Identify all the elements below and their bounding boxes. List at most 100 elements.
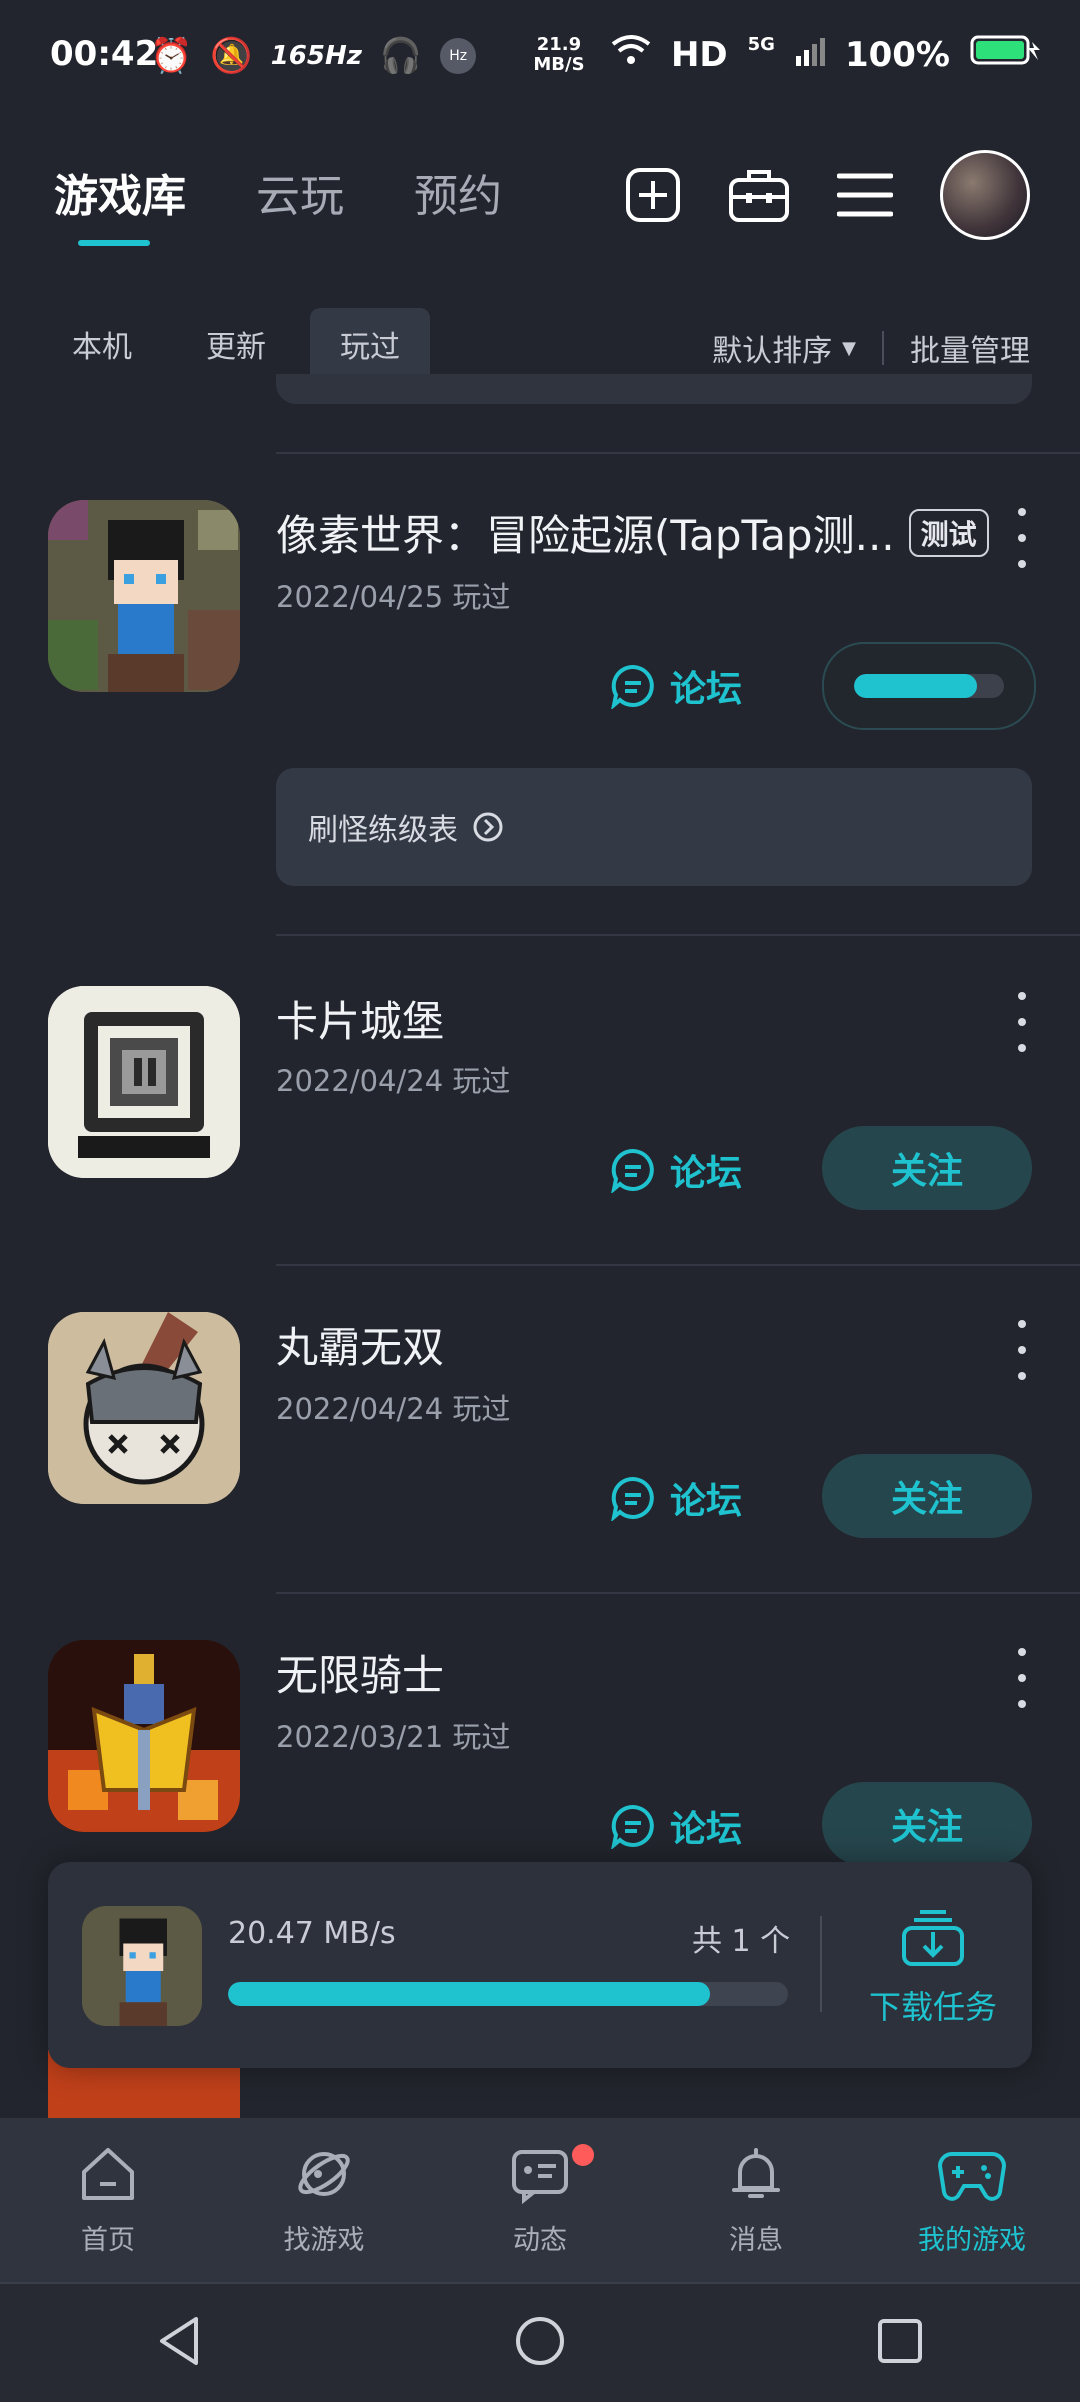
more-options-icon[interactable] — [1012, 1320, 1032, 1380]
download-progress-track — [228, 1982, 788, 2006]
game-title[interactable]: 无限骑士 — [276, 1642, 444, 1703]
game-title[interactable]: 像素世界：冒险起源(TapTap测... — [276, 502, 895, 563]
progress-fill — [854, 674, 977, 698]
download-speed: 20.47 MB/s — [228, 1916, 396, 1951]
battery-text: 100% — [844, 34, 950, 75]
tab-game-library[interactable]: 游戏库 — [54, 160, 186, 224]
gamepad-icon — [938, 2151, 1006, 2201]
nav-home-label: 首页 — [81, 2224, 135, 2256]
download-panel[interactable]: 20.47 MB/s 共 1 个 下载任务 — [48, 1862, 1032, 2068]
tab-reservations[interactable]: 预约 — [414, 160, 502, 224]
discover-icon — [298, 2151, 350, 2196]
guide-card[interactable]: 刷怪练级表 — [276, 768, 1032, 886]
top-actions — [622, 150, 1030, 240]
tab-indicator — [78, 240, 150, 246]
add-icon[interactable] — [622, 164, 684, 226]
test-badge: 测试 — [908, 508, 989, 557]
nav-my-games-label: 我的游戏 — [918, 2224, 1026, 2256]
forum-label: 论坛 — [670, 1809, 743, 1850]
subtab-updates[interactable]: 更新 — [206, 308, 266, 388]
notification-dot — [572, 2144, 594, 2166]
net-speed: 21.9 MB/S — [533, 33, 585, 75]
forum-label: 论坛 — [670, 1153, 743, 1194]
system-nav-bar — [0, 2282, 1080, 2402]
partial-card — [276, 374, 1032, 404]
divider — [276, 934, 1080, 936]
forum-button[interactable]: 论坛 — [610, 1144, 742, 1196]
divider — [276, 452, 1080, 454]
hd-label: HD — [670, 34, 728, 75]
nav-messages[interactable]: 消息 — [648, 2118, 864, 2282]
forum-button[interactable]: 论坛 — [610, 1800, 742, 1852]
forum-icon — [611, 664, 654, 709]
download-count: 共 1 个 — [692, 1924, 791, 1959]
divider — [882, 331, 884, 365]
more-options-icon[interactable] — [1012, 992, 1032, 1052]
download-tasks-label: 下载任务 — [868, 1988, 997, 2026]
feed-icon — [512, 2149, 568, 2204]
status-bar: 00:42 ⏰ 🔕 165Hz 🎧 Hz 21.9 MB/S HD 5G 100… — [0, 0, 1080, 110]
guide-card-label: 刷怪练级表 — [308, 813, 458, 848]
toolbox-icon[interactable] — [728, 164, 790, 226]
top-tabs: 游戏库 云玩 预约 — [54, 160, 502, 224]
wifi-icon — [611, 34, 651, 75]
game-title-row: 像素世界：冒险起源(TapTap测... 测试 — [276, 502, 989, 563]
bell-icon — [732, 2147, 780, 2198]
caret-down-icon: ▼ — [842, 337, 856, 359]
nav-feed[interactable]: 动态 — [432, 2118, 648, 2282]
download-game-icon — [82, 1906, 202, 2026]
forum-button[interactable]: 论坛 — [610, 1472, 742, 1524]
chevron-right-circle-icon — [473, 812, 503, 842]
home-circle-icon[interactable] — [512, 2313, 568, 2373]
game-played-date: 2022/04/25 玩过 — [276, 580, 511, 614]
forum-button[interactable]: 论坛 — [610, 660, 742, 712]
forum-icon — [611, 1148, 654, 1193]
sort-dropdown[interactable]: 默认排序 ▼ — [712, 326, 856, 370]
status-time: 00:42 — [50, 34, 159, 74]
hz-icon: Hz — [440, 38, 477, 74]
tab-cloud-play[interactable]: 云玩 — [256, 160, 344, 224]
game-icon-infinite-knight[interactable] — [48, 1640, 240, 1832]
follow-button[interactable]: 关注 — [822, 1454, 1032, 1538]
game-played-date: 2022/04/24 玩过 — [276, 1064, 511, 1098]
game-icon-wanba[interactable] — [48, 1312, 240, 1504]
game-title[interactable]: 卡片城堡 — [276, 988, 444, 1049]
nav-discover-label: 找游戏 — [283, 2224, 365, 2256]
progress-track — [854, 674, 1004, 698]
follow-button[interactable]: 关注 — [822, 1126, 1032, 1210]
follow-button[interactable]: 关注 — [822, 1782, 1032, 1866]
subtab-local[interactable]: 本机 — [72, 308, 132, 388]
menu-icon[interactable] — [834, 164, 896, 226]
mute-icon: 🔕 — [210, 36, 253, 76]
divider — [276, 1264, 1080, 1266]
status-right: 21.9 MB/S HD 5G 100% — [527, 34, 1040, 75]
forum-icon — [611, 1476, 654, 1521]
game-icon-pixel-world[interactable] — [48, 500, 240, 692]
nav-home[interactable]: 首页 — [0, 2118, 216, 2282]
game-icon-card-castle[interactable] — [48, 986, 240, 1178]
game-played-date: 2022/03/21 玩过 — [276, 1720, 511, 1754]
game-played-date: 2022/04/24 玩过 — [276, 1392, 511, 1426]
more-options-icon[interactable] — [1012, 508, 1032, 568]
headphones-icon: 🎧 — [379, 36, 423, 76]
signal-icon — [795, 35, 825, 75]
batch-manage-button[interactable]: 批量管理 — [910, 326, 1030, 370]
forum-label: 论坛 — [670, 1481, 743, 1522]
divider — [820, 1916, 822, 2012]
more-options-icon[interactable] — [1012, 1648, 1032, 1708]
download-tasks-button[interactable]: 下载任务 — [848, 1902, 1018, 2028]
refresh-rate: 165Hz — [270, 41, 362, 71]
back-icon[interactable] — [152, 2313, 208, 2373]
network-type: 5G — [747, 34, 775, 55]
recents-icon[interactable] — [872, 2313, 928, 2373]
avatar[interactable] — [940, 150, 1030, 240]
download-progress-fill — [228, 1982, 710, 2006]
nav-discover[interactable]: 找游戏 — [216, 2118, 432, 2282]
home-icon — [82, 2147, 134, 2200]
nav-my-games[interactable]: 我的游戏 — [864, 2118, 1080, 2282]
divider — [276, 1592, 1080, 1594]
forum-label: 论坛 — [670, 669, 743, 710]
game-title[interactable]: 丸霸无双 — [276, 1314, 444, 1375]
nav-messages-label: 消息 — [729, 2224, 783, 2256]
download-progress-button[interactable] — [822, 642, 1036, 730]
